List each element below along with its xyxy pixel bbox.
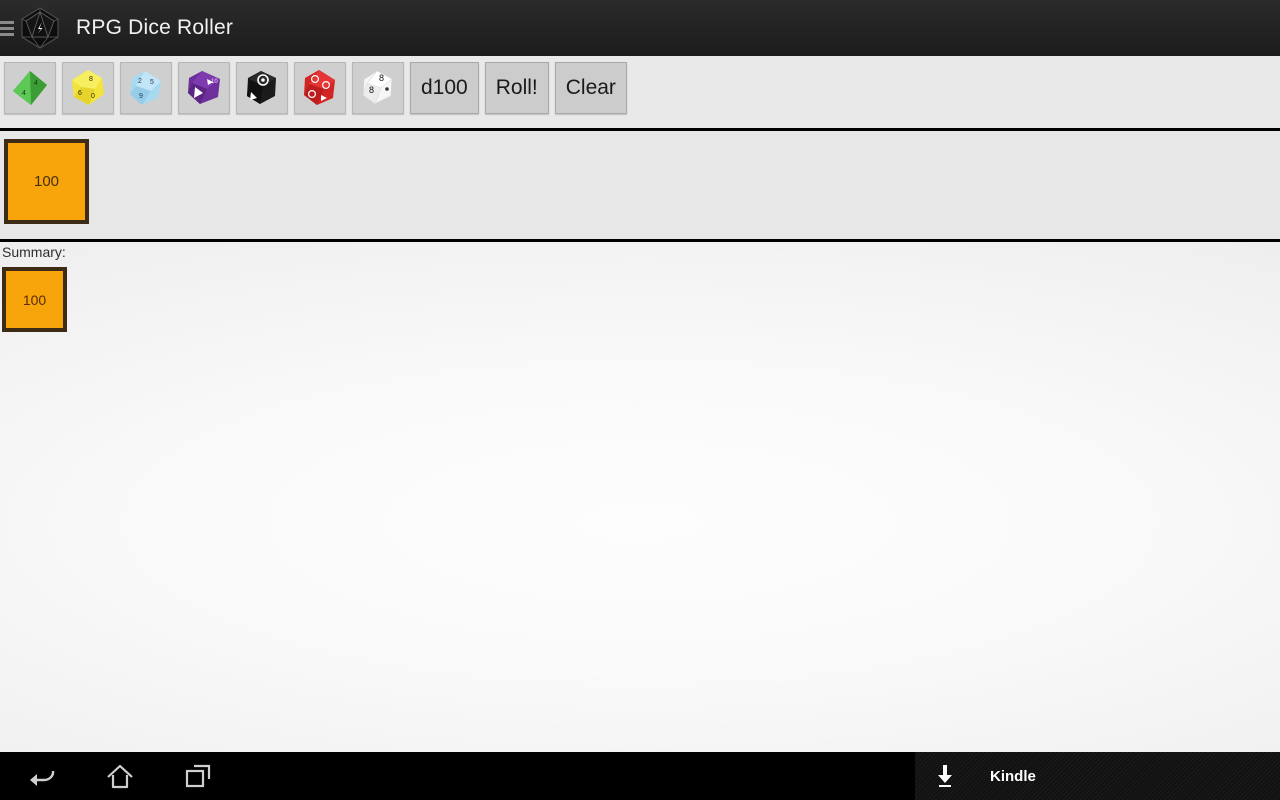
dice-button-d12[interactable]: 10 — [178, 62, 230, 114]
summary-area: Summary: 100 — [0, 242, 1280, 752]
title-bar: RPG Dice Roller — [0, 0, 1280, 56]
svg-text:4: 4 — [22, 90, 26, 97]
svg-text:4: 4 — [34, 80, 38, 87]
hamburger-line — [0, 20, 14, 24]
red-d20-die-icon — [299, 67, 341, 109]
home-button[interactable] — [100, 758, 140, 794]
hamburger-menu-icon[interactable] — [0, 18, 16, 38]
svg-text:10: 10 — [211, 79, 218, 85]
back-arrow-icon — [26, 761, 58, 791]
summary-label: Summary: — [2, 244, 66, 260]
dice-button-d8[interactable]: 8 6 0 — [62, 62, 114, 114]
summary-tile[interactable]: 100 — [2, 267, 67, 332]
notification-label: Kindle — [990, 767, 1036, 785]
d100-button[interactable]: d100 — [410, 62, 479, 114]
svg-text:8: 8 — [369, 85, 374, 95]
app-root: RPG Dice Roller 4 4 8 6 0 2 5 9 10 8 8 d… — [0, 0, 1280, 800]
dice-button-d6[interactable] — [236, 62, 288, 114]
svg-text:5: 5 — [150, 79, 154, 86]
lightblue-d10-die-icon: 2 5 9 — [125, 67, 167, 109]
black-d6-die-icon — [241, 67, 283, 109]
download-icon — [931, 762, 959, 790]
hamburger-line — [0, 26, 14, 30]
dice-toolbar: 4 4 8 6 0 2 5 9 10 8 8 d100 Roll! Clear — [0, 56, 1280, 128]
yellow-d8-die-icon: 8 6 0 — [67, 67, 109, 109]
home-icon — [104, 761, 136, 791]
recent-apps-icon — [182, 761, 214, 791]
d20-logo-icon[interactable] — [18, 6, 62, 50]
dice-button-d30[interactable]: 8 8 — [352, 62, 404, 114]
svg-text:8: 8 — [379, 73, 384, 83]
white-d30-die-icon: 8 8 — [357, 67, 399, 109]
svg-text:8: 8 — [89, 76, 93, 83]
dice-button-d20[interactable] — [294, 62, 346, 114]
svg-text:0: 0 — [91, 93, 95, 100]
purple-d12-die-icon: 10 — [183, 67, 225, 109]
results-strip: 100 — [0, 131, 1280, 239]
app-title: RPG Dice Roller — [76, 16, 234, 39]
green-d4-die-icon: 4 4 — [9, 67, 51, 109]
svg-text:2: 2 — [138, 78, 142, 85]
clear-button[interactable]: Clear — [554, 62, 627, 114]
summary-tile-list: 100 — [2, 267, 67, 332]
hamburger-line — [0, 32, 14, 36]
dice-button-d10[interactable]: 2 5 9 — [120, 62, 172, 114]
recent-apps-button[interactable] — [178, 758, 218, 794]
back-button[interactable] — [22, 758, 62, 794]
svg-text:9: 9 — [139, 93, 143, 100]
dice-button-d4[interactable]: 4 4 — [4, 62, 56, 114]
roll-button[interactable]: Roll! — [484, 62, 549, 114]
result-tile[interactable]: 100 — [4, 139, 89, 224]
svg-text:6: 6 — [78, 90, 82, 97]
notification-panel[interactable]: Kindle — [915, 752, 1280, 800]
